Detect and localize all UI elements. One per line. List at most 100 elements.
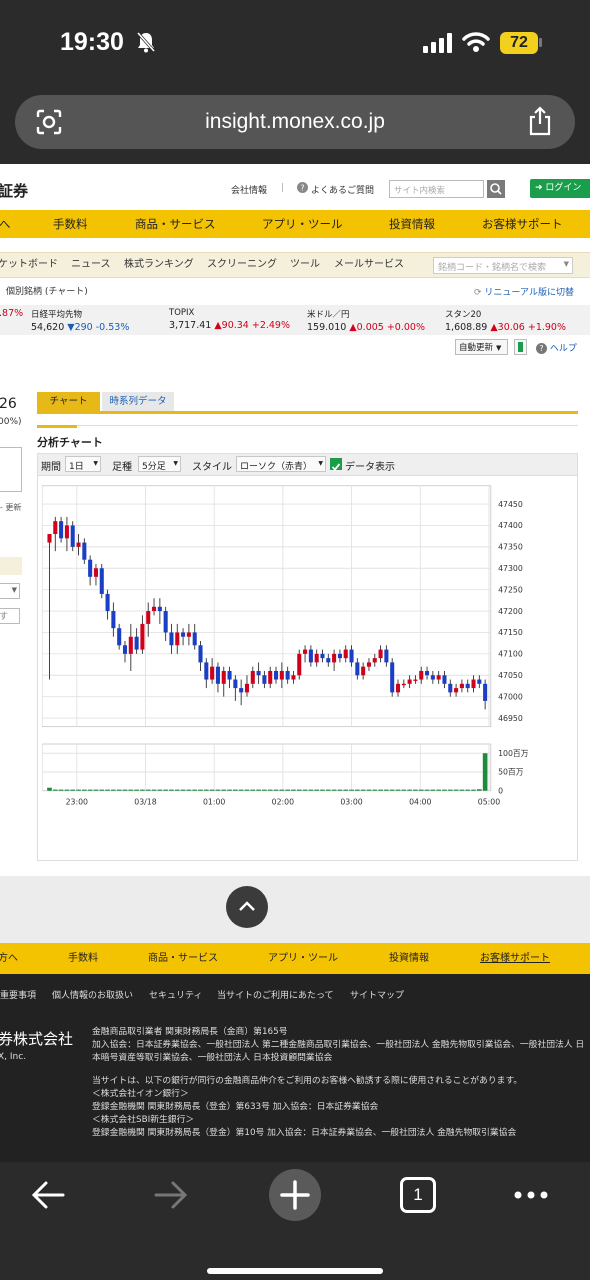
main-nav-item[interactable]: アプリ・ツール bbox=[262, 210, 343, 238]
y-tick-label: 46950 bbox=[498, 714, 523, 723]
address-bar[interactable]: insight.monex.co.jp bbox=[15, 95, 575, 149]
side-select[interactable]: ▼ bbox=[0, 583, 20, 599]
volume-bar bbox=[291, 789, 296, 791]
candle-body bbox=[186, 632, 191, 637]
candle-body bbox=[279, 670, 284, 680]
stock-search-input[interactable]: 銘柄コード・銘柄名で検索 ▼ bbox=[433, 257, 573, 274]
volume-bar bbox=[273, 789, 279, 791]
volume-bar bbox=[192, 789, 198, 791]
footer-link[interactable]: 重要事項 bbox=[0, 988, 36, 1001]
renewal-link[interactable]: ⟳ リニューアル版に切替 bbox=[474, 285, 574, 298]
volume-bar bbox=[157, 789, 163, 791]
help-icon: ? bbox=[536, 343, 547, 354]
share-icon[interactable] bbox=[527, 106, 553, 136]
ticker-item[interactable]: .87% bbox=[0, 305, 25, 319]
side-input[interactable]: す bbox=[0, 608, 20, 624]
candle-body bbox=[343, 649, 348, 659]
ticker-item[interactable]: スタン20 1,608.89 ▲30.06 +1.90% bbox=[445, 305, 566, 333]
ticker-item[interactable]: 米ドル／円 159.010 ▲0.005 +0.00% bbox=[307, 305, 425, 333]
x-tick-label: 05:00 bbox=[478, 797, 500, 806]
chart-section-title: 分析チャート bbox=[37, 436, 103, 449]
x-tick-label: 03:00 bbox=[340, 797, 362, 806]
candle-body bbox=[59, 521, 64, 539]
candle-body bbox=[454, 688, 459, 693]
footer-nav-item[interactable]: 方へ bbox=[0, 943, 18, 974]
main-nav-item[interactable]: 手数料 bbox=[53, 210, 88, 238]
sub-nav-item[interactable]: ケットボード bbox=[0, 253, 58, 277]
site-search-input[interactable]: サイト内検索 bbox=[389, 180, 484, 198]
main-nav: へ 手数料 商品・サービス アプリ・ツール 投資情報 お客様サポート bbox=[0, 210, 590, 238]
ticker-name: 米ドル／円 bbox=[307, 310, 350, 320]
footer-nav-item[interactable]: お客様サポート bbox=[480, 943, 550, 974]
tab-count-button[interactable]: 1 bbox=[400, 1177, 436, 1213]
candle-body bbox=[407, 679, 412, 684]
login-button[interactable]: ➜ ログイン bbox=[530, 179, 590, 198]
volume-bar bbox=[325, 789, 331, 791]
sub-nav-item[interactable]: 株式ランキング bbox=[124, 253, 194, 277]
period-select[interactable]: 1日 ▼ bbox=[65, 456, 101, 472]
scroll-to-top-button[interactable] bbox=[226, 886, 268, 928]
volume-bar bbox=[430, 789, 436, 791]
volume-bar bbox=[186, 789, 192, 791]
candle-body bbox=[221, 670, 226, 684]
auto-update-select[interactable]: 自動更新 ▼ bbox=[455, 339, 508, 355]
more-menu-icon[interactable] bbox=[513, 1190, 549, 1200]
ticker-item[interactable]: 日経平均先物 54,620 ▼290 -0.53% bbox=[31, 305, 129, 333]
candle-body bbox=[442, 675, 447, 684]
candle-body bbox=[256, 670, 261, 676]
x-tick-label: 03/18 bbox=[134, 797, 156, 806]
style-select[interactable]: ローソク（赤青） ▼ bbox=[236, 456, 326, 472]
volume-bar bbox=[163, 789, 168, 791]
search-button[interactable] bbox=[487, 180, 505, 198]
sub-nav-item[interactable]: スクリーニング bbox=[207, 253, 277, 277]
volume-bar bbox=[465, 789, 471, 791]
footer-link[interactable]: 当サイトのご利用にあたって bbox=[217, 988, 334, 1001]
ticker-name: スタン20 bbox=[445, 310, 482, 320]
volume-bar bbox=[145, 789, 151, 791]
volume-bar bbox=[99, 789, 105, 791]
footer-nav-item[interactable]: 投資情報 bbox=[389, 943, 429, 974]
footer-link[interactable]: セキュリティ bbox=[149, 988, 202, 1001]
volume-bar bbox=[111, 789, 116, 791]
candle-body bbox=[314, 653, 319, 663]
bank-line: 当サイトは、以下の銀行が同行の金融商品仲介をご利用のお客様へ勧誘する際に使用され… bbox=[92, 1076, 523, 1086]
camera-search-icon[interactable] bbox=[35, 108, 63, 136]
auto-update-toggle[interactable] bbox=[514, 339, 527, 355]
main-nav-item[interactable]: へ bbox=[0, 210, 11, 238]
data-display-checkbox[interactable] bbox=[330, 458, 342, 471]
volume-bar bbox=[128, 789, 134, 791]
candle-body bbox=[425, 670, 430, 676]
volume-bar bbox=[238, 789, 244, 791]
faq-link[interactable]: よくあるご質問 bbox=[311, 183, 374, 196]
ticker-item[interactable]: TOPIX 3,717.41 ▲90.34 +2.49% bbox=[169, 305, 290, 331]
candle-body bbox=[88, 559, 93, 577]
footer-link[interactable]: サイトマップ bbox=[350, 988, 404, 1001]
new-tab-button[interactable] bbox=[269, 1169, 321, 1221]
tab-chart[interactable]: チャート bbox=[37, 392, 100, 411]
sub-nav-item[interactable]: ツール bbox=[290, 253, 320, 277]
footer-nav-item[interactable]: 商品・サービス bbox=[148, 943, 218, 974]
candlestick-chart[interactable]: 47450 47400 47350 47300 47250 47200 47150 47100… bbox=[42, 482, 532, 832]
footer-nav-item[interactable]: 手数料 bbox=[68, 943, 98, 974]
candle-body bbox=[401, 683, 406, 686]
volume-bar bbox=[244, 789, 250, 791]
sub-nav-item[interactable]: ニュース bbox=[71, 253, 111, 277]
candle-body bbox=[273, 670, 279, 680]
chevron-down-icon: ▼ bbox=[496, 344, 502, 352]
sub-nav-item[interactable]: メールサービス bbox=[334, 253, 404, 277]
tab-timeseries[interactable]: 時系列データ bbox=[102, 392, 174, 411]
help-link[interactable]: ? ヘルプ bbox=[536, 341, 577, 354]
site-logo[interactable]: 証券 bbox=[0, 180, 28, 201]
candle-body bbox=[413, 679, 418, 681]
back-arrow-icon[interactable] bbox=[30, 1180, 66, 1210]
kind-select[interactable]: 5分足 ▼ bbox=[138, 456, 181, 472]
main-nav-item[interactable]: 投資情報 bbox=[389, 210, 435, 238]
forward-arrow-icon[interactable] bbox=[153, 1180, 189, 1210]
footer-link[interactable]: 個人情報のお取扱い bbox=[52, 988, 133, 1001]
footer-nav-item[interactable]: アプリ・ツール bbox=[268, 943, 338, 974]
main-nav-item[interactable]: 商品・サービス bbox=[135, 210, 216, 238]
ticker-change: .87% bbox=[0, 308, 24, 319]
company-info-link[interactable]: 会社情報 bbox=[231, 183, 267, 196]
url-text[interactable]: insight.monex.co.jp bbox=[15, 95, 575, 149]
main-nav-item[interactable]: お客様サポート bbox=[482, 210, 563, 238]
